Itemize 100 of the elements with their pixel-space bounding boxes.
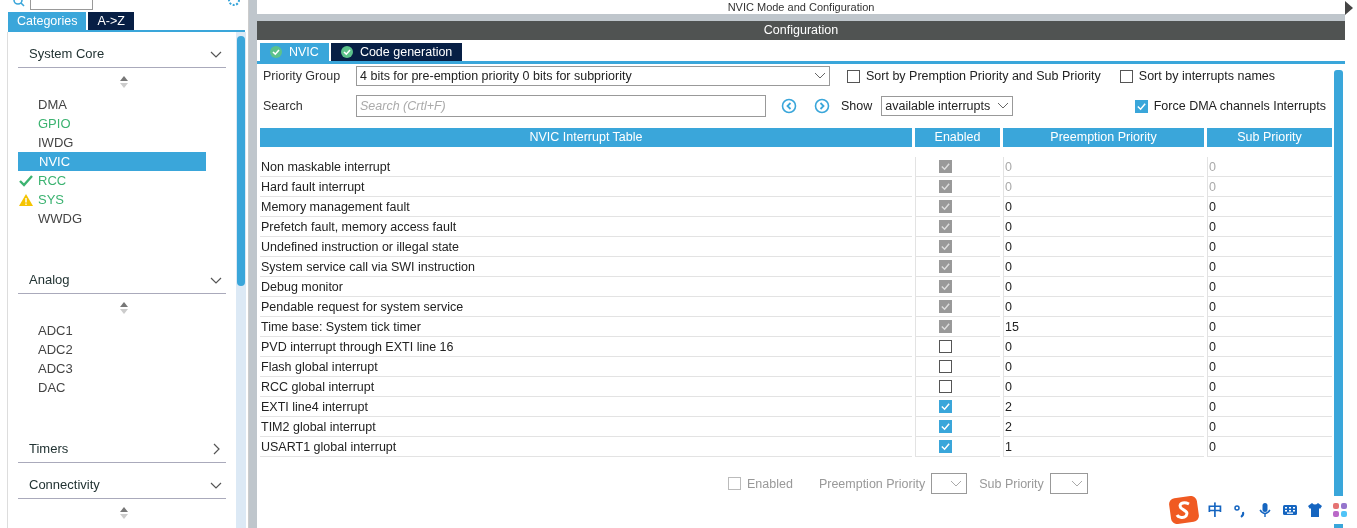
table-cell: 0 bbox=[1003, 297, 1204, 317]
table-cell: 0 bbox=[1207, 237, 1332, 257]
table-cell: Undefined instruction or illegal state bbox=[260, 237, 912, 257]
dropdown[interactable]: 4 bits for pre-emption priority 0 bits for subpriority bbox=[356, 66, 830, 86]
table-cell: TIM2 global interrupt bbox=[260, 417, 912, 437]
sort-arrows-icon[interactable] bbox=[118, 76, 129, 88]
peripheral-item[interactable]: IWDG bbox=[18, 133, 226, 152]
search-field[interactable] bbox=[30, 0, 93, 10]
checkbox-label: Sort by interrupts names bbox=[1138, 69, 1275, 83]
scrollbar[interactable] bbox=[236, 32, 246, 528]
table-cell: Time base: System tick timer bbox=[260, 317, 912, 337]
shirt-icon[interactable] bbox=[1307, 502, 1323, 518]
search-icon[interactable] bbox=[13, 0, 25, 8]
ime-logo-icon[interactable] bbox=[1169, 496, 1199, 524]
chevron-down-icon bbox=[997, 102, 1010, 110]
checkbox[interactable] bbox=[1119, 69, 1133, 83]
field-label: Sub Priority bbox=[979, 476, 1044, 491]
category-name: Analog bbox=[29, 272, 70, 287]
peripheral-item[interactable]: ADC3 bbox=[18, 359, 226, 378]
keyboard-icon[interactable] bbox=[1282, 502, 1298, 518]
table-cell: 0 bbox=[1003, 357, 1204, 377]
category-name: System Core bbox=[29, 46, 105, 61]
panel-title: NVIC Mode and Configuration bbox=[257, 0, 1345, 14]
category-tab[interactable]: A->Z bbox=[88, 12, 134, 30]
table-cell: 0 bbox=[1207, 337, 1332, 357]
table-cell: 0 bbox=[1207, 377, 1332, 397]
checkbox[interactable] bbox=[939, 400, 952, 413]
peripheral-item[interactable]: DMA bbox=[18, 95, 226, 114]
table-cell: USART1 global interrupt bbox=[260, 437, 912, 457]
sort-arrows-icon[interactable] bbox=[118, 302, 129, 314]
table-cell: 0 bbox=[1003, 157, 1204, 177]
peripheral-item[interactable]: DAC bbox=[18, 378, 226, 397]
column-header: Enabled bbox=[915, 128, 1000, 147]
table-cell: 0 bbox=[1207, 277, 1332, 297]
checkbox-label: Enabled bbox=[747, 476, 793, 491]
peripheral-item[interactable]: WWDG bbox=[18, 209, 226, 228]
table-cell: Non maskable interrupt bbox=[260, 157, 912, 177]
field-label: Priority Group bbox=[262, 69, 342, 83]
category-header[interactable]: System Core bbox=[18, 32, 226, 68]
table-cell: 2 bbox=[1003, 417, 1204, 437]
table-cell: 15 bbox=[1003, 317, 1204, 337]
scrollbar[interactable] bbox=[1334, 70, 1343, 528]
checkbox[interactable] bbox=[847, 69, 860, 83]
next-icon[interactable] bbox=[814, 98, 830, 114]
search-field[interactable]: Search (Crtl+F) bbox=[356, 95, 766, 117]
checkbox[interactable] bbox=[939, 360, 952, 373]
category-name: Connectivity bbox=[29, 477, 100, 492]
language-indicator[interactable]: 中 bbox=[1208, 500, 1223, 520]
checkbox[interactable] bbox=[939, 440, 952, 453]
table-cell: 0 bbox=[1207, 417, 1332, 437]
column-header: NVIC Interrupt Table bbox=[260, 128, 912, 147]
checkbox[interactable] bbox=[939, 340, 952, 353]
table-cell: System service call via SWI instruction bbox=[260, 257, 912, 277]
checkbox[interactable] bbox=[728, 477, 741, 490]
table-cell: Flash global interrupt bbox=[260, 357, 912, 377]
field-label: Show bbox=[841, 99, 873, 113]
table-cell: Prefetch fault, memory access fault bbox=[260, 217, 912, 237]
table-cell: 0 bbox=[1207, 357, 1332, 377]
category-header[interactable]: Analog bbox=[18, 258, 226, 294]
table-cell: 0 bbox=[1003, 337, 1204, 357]
table-cell: 1 bbox=[1003, 437, 1204, 457]
config-tab[interactable]: Code generation bbox=[330, 43, 463, 61]
category-header[interactable]: Connectivity bbox=[18, 463, 226, 499]
table-cell: 0 bbox=[1003, 377, 1204, 397]
checkbox[interactable] bbox=[1134, 99, 1148, 113]
triangle-right-icon[interactable] bbox=[1345, 1, 1353, 15]
table-cell: Debug monitor bbox=[260, 277, 912, 297]
chevron-down-icon bbox=[814, 72, 826, 80]
checkbox[interactable] bbox=[939, 380, 952, 393]
checkbox[interactable] bbox=[939, 420, 952, 433]
table-cell: 0 bbox=[1207, 197, 1332, 217]
field-label: Search bbox=[262, 99, 304, 113]
peripheral-item[interactable]: ADC1 bbox=[18, 321, 226, 340]
table-cell: 0 bbox=[1207, 157, 1332, 177]
table-cell: 0 bbox=[1003, 257, 1204, 277]
peripheral-item[interactable]: ADC2 bbox=[18, 340, 226, 359]
table-cell: 0 bbox=[1207, 317, 1332, 337]
table-cell: 0 bbox=[1003, 217, 1204, 237]
apps-icon[interactable] bbox=[1332, 502, 1348, 518]
table-cell: Hard fault interrupt bbox=[260, 177, 912, 197]
category-header[interactable]: Timers bbox=[18, 427, 226, 463]
previous-icon[interactable] bbox=[781, 98, 797, 114]
dropdown[interactable] bbox=[1049, 473, 1088, 494]
table-cell: 0 bbox=[1003, 277, 1204, 297]
chevron-down-icon bbox=[950, 479, 963, 488]
dropdown[interactable] bbox=[931, 473, 968, 494]
microphone-icon[interactable] bbox=[1257, 502, 1273, 518]
section-header: Configuration bbox=[257, 21, 1345, 40]
dropdown[interactable]: available interrupts bbox=[881, 96, 1014, 116]
table-cell: 0 bbox=[1207, 257, 1332, 277]
table-cell: 0 bbox=[1207, 177, 1332, 197]
settings-icon[interactable] bbox=[227, 0, 241, 8]
chevron-down-icon bbox=[1070, 479, 1083, 488]
checkmark-icon bbox=[19, 174, 33, 187]
checkbox-label: Sort by Premption Priority and Sub Priority bbox=[866, 69, 1101, 83]
table-cell: 0 bbox=[1207, 297, 1332, 317]
column-header: Sub Priority bbox=[1207, 128, 1332, 147]
column-header: Preemption Priority bbox=[1003, 128, 1204, 147]
sort-arrows-icon[interactable] bbox=[118, 507, 129, 519]
table-cell: Pendable request for system service bbox=[260, 297, 912, 317]
